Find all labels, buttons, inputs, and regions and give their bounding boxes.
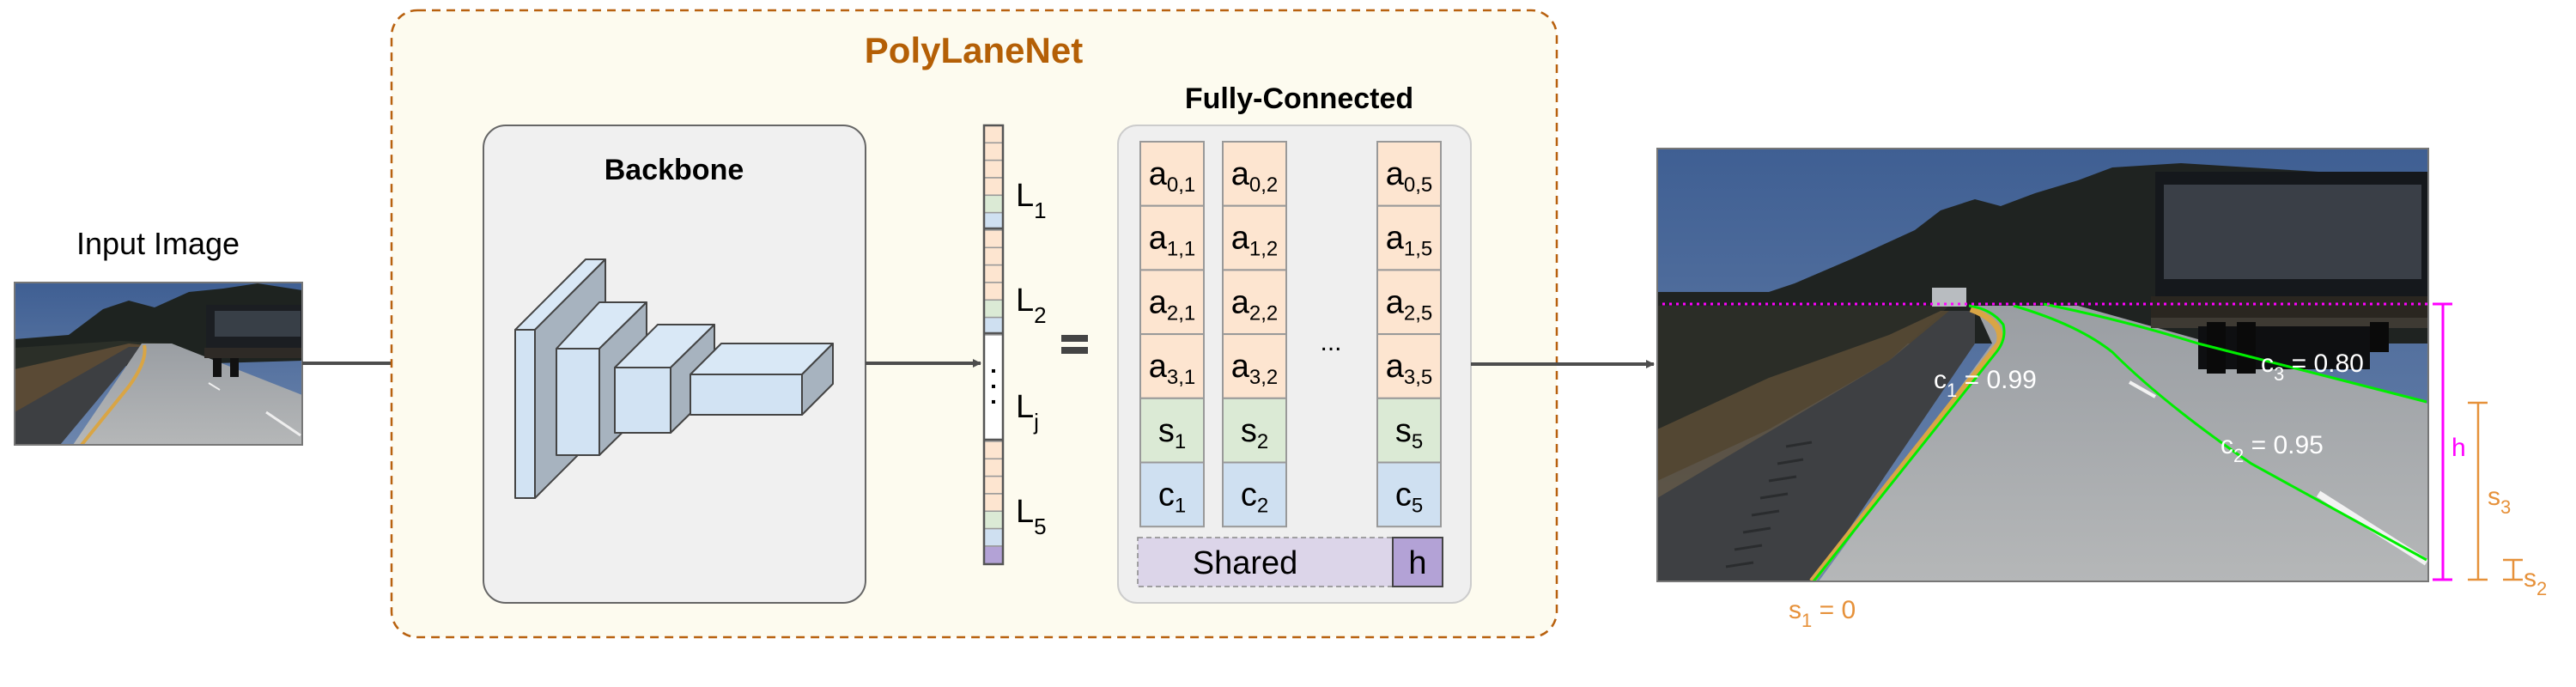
backbone-title: Backbone — [605, 154, 744, 186]
vector-cell-coef — [983, 142, 1004, 161]
vector-cell-coef — [983, 264, 1004, 283]
vector-cell-coef — [983, 177, 1004, 197]
vector-cell-start — [983, 194, 1004, 214]
vector-cell-coef — [983, 493, 1004, 513]
h-bracket — [2433, 302, 2452, 581]
vector-cell-coef — [983, 475, 1004, 495]
output-vector — [982, 124, 1005, 566]
vector-cell-coef — [983, 282, 1004, 301]
vector-cell-start — [983, 510, 1004, 530]
vector-cell-coef — [983, 229, 1004, 249]
fc-title: Fully-Connected — [1185, 82, 1413, 115]
vector-cell-coef — [983, 159, 1004, 179]
h-bracket-label: h — [2451, 434, 2466, 462]
vector-dot — [992, 399, 995, 404]
cnn-layer-4 — [690, 343, 834, 416]
s3-label: s3 — [2488, 483, 2511, 518]
s1-label: s1 = 0 — [1789, 596, 1856, 631]
vector-cell-coef — [983, 125, 1004, 144]
h-cell-label: h — [1408, 545, 1426, 581]
s2-bracket — [2503, 558, 2523, 581]
s2-label: s2 — [2524, 564, 2547, 599]
polylanenet-diagram: Input Image PolyLaneNet Backbone L1 L2 L… — [14, 9, 2547, 639]
vector-cell-coef — [983, 441, 1004, 460]
vector-cell-start — [983, 299, 1004, 319]
vector-dot — [992, 384, 995, 388]
vector-cell-coef — [983, 458, 1004, 477]
s3-bracket — [2468, 401, 2488, 581]
fc-ellipsis: ... — [1320, 328, 1341, 356]
polylanenet-title: PolyLaneNet — [865, 30, 1083, 70]
vector-cell-conf — [983, 527, 1004, 547]
input-image — [15, 283, 302, 445]
vector-cell-h — [983, 545, 1004, 565]
vector-dot — [992, 368, 995, 373]
vector-cell-coef — [983, 246, 1004, 266]
input-image-title: Input Image — [76, 226, 240, 261]
shared-label: Shared — [1193, 545, 1298, 581]
